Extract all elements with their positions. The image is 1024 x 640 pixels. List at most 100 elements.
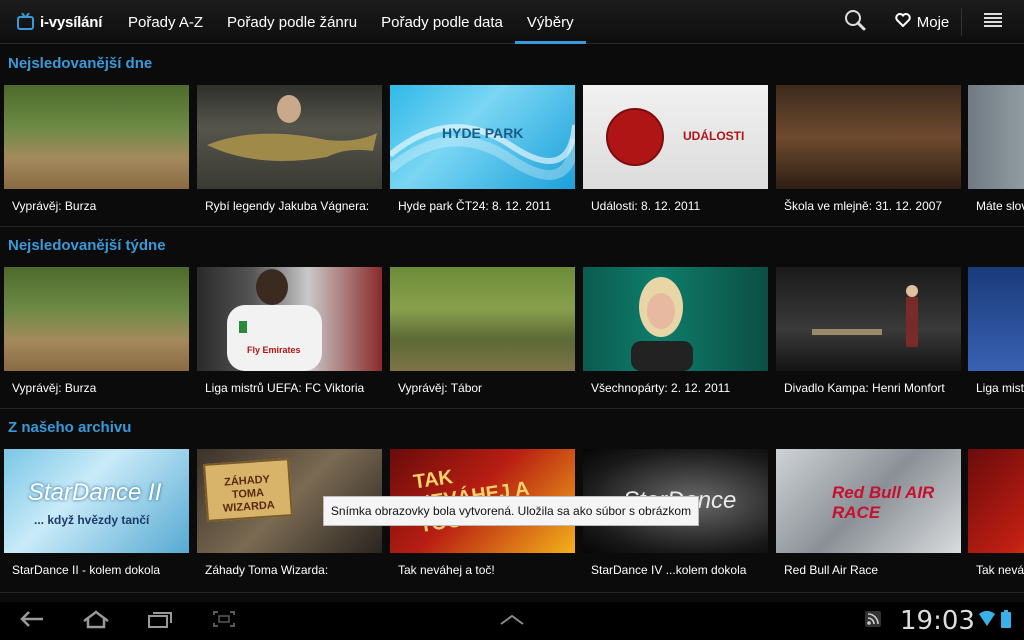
app-logo-text: i-vysílání	[40, 13, 103, 31]
thumbnail-text: Red Bull AIR RACE	[832, 483, 935, 522]
program-caption: Záhady Toma Wizarda:	[205, 563, 329, 577]
battery-icon	[1001, 609, 1011, 633]
thumbnail-text: StarDance II	[28, 479, 162, 506]
program-tile[interactable]: Máte slov	[968, 85, 1024, 225]
program-tile[interactable]: Divadlo Kampa: Henri Monfort	[776, 267, 961, 407]
program-thumbnail	[583, 267, 768, 371]
screenshot-icon	[211, 609, 237, 634]
program-thumbnail: HYDE PARK	[390, 85, 575, 189]
program-caption: Red Bull Air Race	[784, 563, 879, 577]
program-caption: Vyprávěj: Burza	[12, 381, 97, 395]
program-tile[interactable]: Vyprávěj: Burza	[4, 85, 189, 225]
system-navigation-bar: 19:03	[0, 602, 1024, 640]
battery-status	[996, 602, 1016, 640]
tab-porady-a-z[interactable]: Pořady A-Z	[116, 0, 215, 44]
tab-porady-podle-zanru[interactable]: Pořady podle žánru	[215, 0, 369, 44]
action-bar-right: Moje	[827, 0, 1024, 44]
section-title: Z našeho archivu	[8, 419, 132, 436]
program-thumbnail	[197, 85, 382, 189]
section-nejsledovanejsi-dne: Nejsledovanější dne Vyprávěj: Burza Rybí…	[0, 44, 1024, 227]
program-tile[interactable]: Vyprávěj: Tábor	[390, 267, 575, 407]
section-divider	[0, 592, 1024, 593]
program-thumbnail	[968, 85, 1024, 189]
program-tile[interactable]: Liga mistr	[968, 267, 1024, 407]
moje-label: Moje	[916, 13, 950, 31]
program-caption: Všechnopárty: 2. 12. 2011	[591, 381, 731, 395]
program-tile[interactable]: HYDE PARK Hyde park ČT24: 8. 12. 2011	[390, 85, 575, 225]
home-icon	[81, 609, 111, 634]
program-thumbnail	[968, 449, 1024, 553]
program-thumbnail	[4, 267, 189, 371]
home-button[interactable]	[72, 602, 120, 640]
program-caption: StarDance II - kolem dokola	[12, 563, 161, 577]
program-thumbnail	[4, 85, 189, 189]
program-caption: Události: 8. 12. 2011	[591, 199, 701, 213]
thumbnail-text: HYDE PARK	[442, 125, 524, 141]
menu-icon	[983, 11, 1003, 34]
stage-image	[812, 285, 918, 347]
toast-text: Snímka obrazovky bola vytvorená. Uložila…	[330, 504, 692, 518]
program-tile[interactable]: Fly Emirates Liga mistrů UEFA: FC Viktor…	[197, 267, 382, 407]
overflow-menu-button[interactable]	[962, 0, 1024, 44]
program-thumbnail: UDÁLOSTI	[583, 85, 768, 189]
back-button[interactable]	[8, 602, 56, 640]
program-caption: Rybí legendy Jakuba Vágnera:	[205, 199, 370, 213]
action-bar: i-vysílání Pořady A-Z Pořady podle žánru…	[0, 0, 1024, 44]
thumbnail-text: ZÁHADY TOMA WIZARDA	[222, 473, 276, 515]
status-clock: 19:03	[900, 606, 975, 636]
tv-icon	[16, 12, 36, 31]
program-tile[interactable]: Vyprávěj: Burza	[4, 267, 189, 407]
heart-icon	[895, 12, 911, 32]
program-tile[interactable]: Rybí legendy Jakuba Vágnera:	[197, 85, 382, 225]
program-caption: Divadlo Kampa: Henri Monfort	[784, 381, 945, 395]
screenshot-button[interactable]	[200, 602, 248, 640]
program-thumbnail: Red Bull AIR RACE	[776, 449, 961, 553]
section-nejsledovanejsi-tydne: Nejsledovanější týdne Vyprávěj: Burza Fl…	[0, 226, 1024, 409]
recent-apps-icon	[146, 609, 174, 634]
cast-status	[858, 602, 888, 640]
wifi-icon	[979, 610, 995, 632]
app-logo[interactable]: i-vysílání	[16, 10, 102, 34]
program-caption: Hyde park ČT24: 8. 12. 2011	[398, 199, 552, 213]
expand-button[interactable]	[488, 602, 536, 640]
rss-icon	[864, 610, 882, 633]
screenshot-toast: Snímka obrazovky bola vytvorená. Uložila…	[323, 496, 699, 526]
thumbnail-text: Fly Emirates	[247, 345, 301, 355]
program-tile[interactable]: StarDance II ... když hvězdy tančí StarD…	[4, 449, 189, 589]
program-tile[interactable]: Red Bull AIR RACE Red Bull Air Race	[776, 449, 961, 589]
program-caption: Máte slov	[976, 199, 1024, 213]
program-thumbnail	[390, 267, 575, 371]
section-title: Nejsledovanější týdne	[8, 237, 166, 254]
tab-porady-podle-data[interactable]: Pořady podle data	[369, 0, 515, 44]
tab-bar: Pořady A-Z Pořady podle žánru Pořady pod…	[116, 0, 586, 44]
recent-apps-button[interactable]	[136, 602, 184, 640]
moje-button[interactable]: Moje	[883, 0, 961, 44]
program-caption: Vyprávěj: Tábor	[398, 381, 483, 395]
program-thumbnail: Fly Emirates	[197, 267, 382, 371]
program-tile[interactable]: Všechnopárty: 2. 12. 2011	[583, 267, 768, 407]
thumbnail-subtext: ... když hvězdy tančí	[34, 513, 150, 527]
wifi-status	[976, 602, 998, 640]
fish-image	[207, 95, 377, 161]
guest-image	[631, 277, 693, 371]
program-tile[interactable]: Tak nevá	[968, 449, 1024, 589]
program-thumbnail	[968, 267, 1024, 371]
chevron-up-icon	[499, 612, 525, 631]
program-caption: Škola ve mlejně: 31. 12. 2007	[784, 199, 943, 213]
program-caption: Liga mistr	[976, 381, 1024, 395]
program-tile[interactable]: UDÁLOSTI Události: 8. 12. 2011	[583, 85, 768, 225]
program-caption: Tak neváhej a toč!	[398, 563, 495, 577]
program-thumbnail: StarDance II ... když hvězdy tančí	[4, 449, 189, 553]
thumbnail-text: UDÁLOSTI	[683, 129, 745, 143]
back-icon	[19, 610, 45, 633]
player-image	[227, 269, 322, 371]
program-tile[interactable]: Škola ve mlejně: 31. 12. 2007	[776, 85, 961, 225]
tab-vybery[interactable]: Výběry	[514, 0, 586, 44]
program-caption: Vyprávěj: Burza	[12, 199, 97, 213]
search-icon	[844, 9, 866, 36]
section-title: Nejsledovanější dne	[8, 55, 153, 72]
program-caption: StarDance IV ...kolem dokola	[591, 563, 747, 577]
program-caption: Liga mistrů UEFA: FC Viktoria	[205, 381, 365, 395]
program-thumbnail	[776, 267, 961, 371]
search-button[interactable]	[827, 0, 883, 44]
